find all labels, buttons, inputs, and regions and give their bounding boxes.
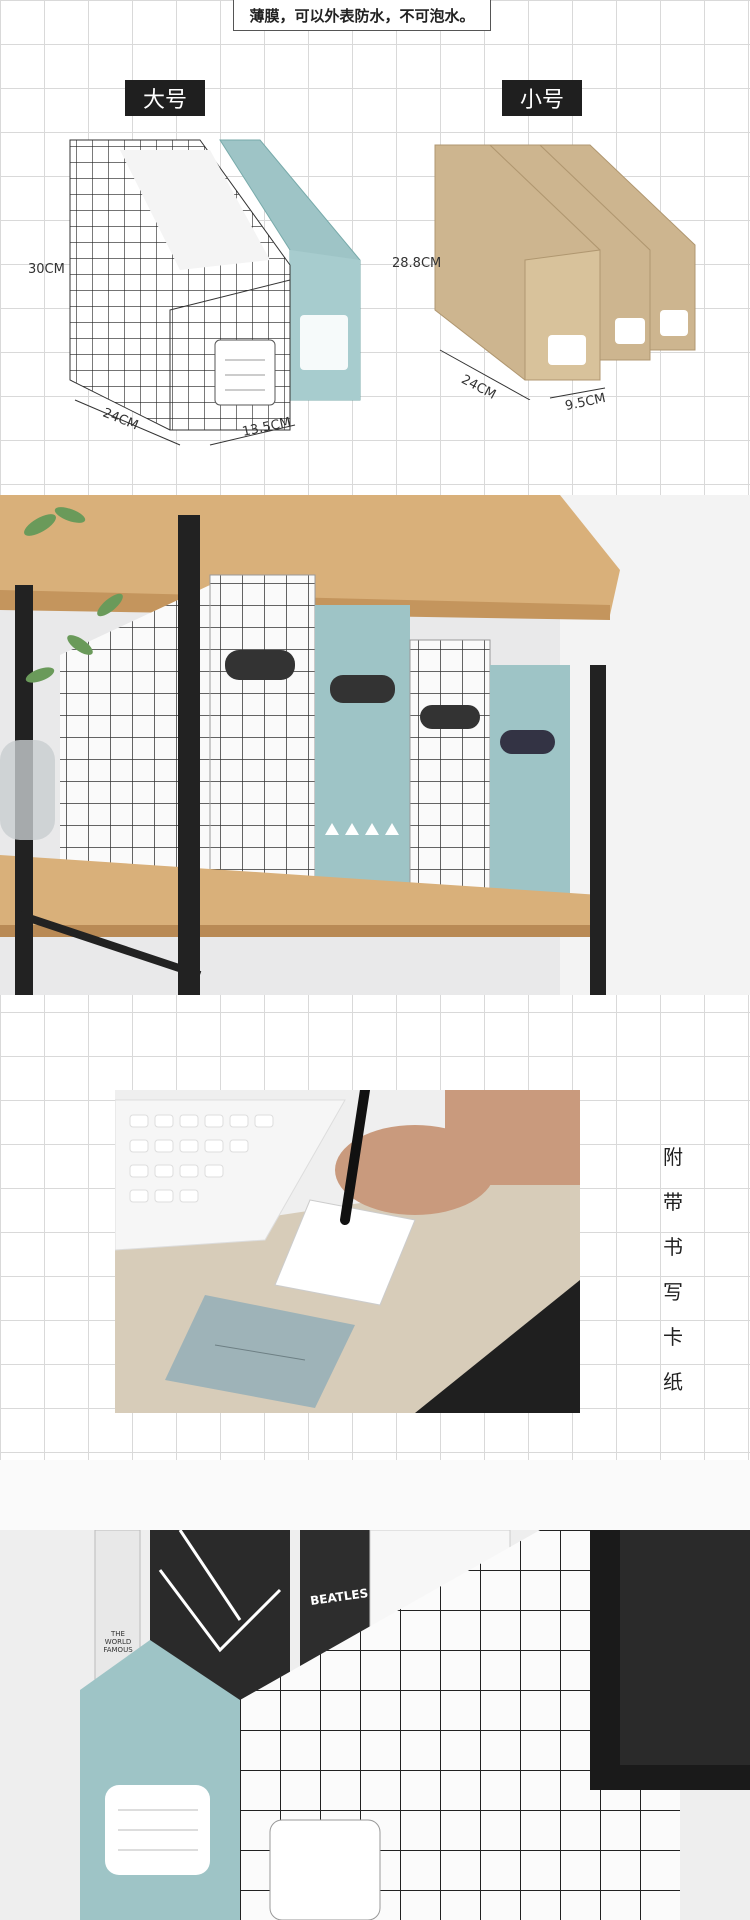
card-caption-char: 附: [663, 1145, 683, 1169]
small-height-label: 28.8CM: [392, 256, 442, 271]
closeup-scene: [0, 1530, 750, 1920]
card-caption-char: 带: [663, 1190, 683, 1214]
card-caption-char: 纸: [663, 1370, 683, 1394]
card-photo: [115, 1090, 580, 1413]
small-box-illustration: [434, 144, 696, 400]
desk-scene: [115, 1090, 580, 1413]
large-height-label: 30CM: [28, 262, 65, 277]
book-spine-text: THE WORLD FAMOUS: [103, 1630, 133, 1654]
card-caption-char: 卡: [663, 1325, 683, 1349]
shelf-scene: [0, 495, 750, 995]
card-caption-char: 书: [663, 1235, 683, 1259]
size-tag-large: 大号: [125, 80, 205, 116]
top-note: 薄膜，可以外表防水，不可泡水。: [233, 0, 491, 31]
closeup-photo: THE WORLD FAMOUS BEATLES: [0, 1530, 750, 1920]
section-spacer: [0, 1460, 750, 1530]
card-caption-char: 写: [663, 1280, 683, 1304]
large-box-illustration: [69, 139, 361, 446]
shelf-photo: [0, 495, 750, 995]
size-tag-small: 小号: [502, 80, 582, 116]
card-caption: 附 带 书 写 卡 纸: [658, 1135, 688, 1405]
